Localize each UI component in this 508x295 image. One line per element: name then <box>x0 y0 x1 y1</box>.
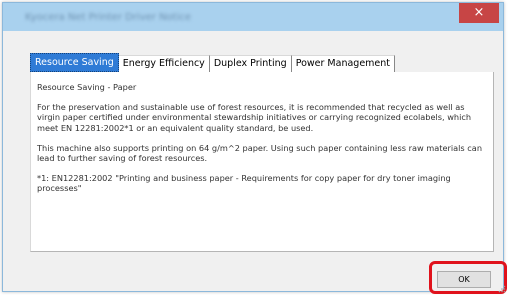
ok-button[interactable]: OK <box>437 271 491 288</box>
window-title: Kyocera Net Printer Driver Notice <box>25 12 192 23</box>
resize-grip-icon[interactable] <box>496 283 506 293</box>
content-paragraph-recycled-paper: For the preservation and sustainable use… <box>37 102 472 133</box>
tab-strip: Resource Saving Energy Efficiency Duplex… <box>30 53 396 72</box>
close-icon: × <box>473 5 485 20</box>
tab-power-management[interactable]: Power Management <box>291 55 396 72</box>
title-bar[interactable]: Kyocera Net Printer Driver Notice × <box>3 3 503 31</box>
tab-content-panel: Resource Saving - Paper For the preserva… <box>30 72 494 252</box>
tab-resource-saving[interactable]: Resource Saving <box>30 53 119 72</box>
tab-energy-efficiency[interactable]: Energy Efficiency <box>118 55 210 72</box>
content-heading: Resource Saving - Paper <box>37 82 137 92</box>
content-footnote: *1: EN12281:2002 "Printing and business … <box>37 173 451 194</box>
tab-duplex-printing[interactable]: Duplex Printing <box>209 55 292 72</box>
close-button[interactable]: × <box>459 3 499 23</box>
content-paragraph-64gsm-paper: This machine also supports printing on 6… <box>37 142 483 164</box>
